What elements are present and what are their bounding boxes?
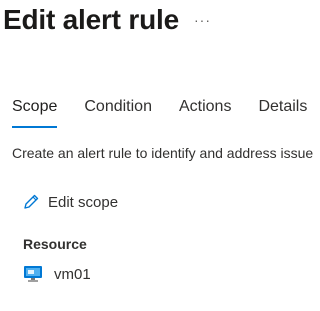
virtual-machine-icon	[23, 265, 43, 283]
tab-bar: Scope Condition Actions Details	[12, 98, 320, 128]
scope-description: Create an alert rule to identify and add…	[12, 145, 314, 161]
edit-scope-label: Edit scope	[48, 193, 119, 211]
pencil-icon	[22, 193, 40, 211]
edit-scope-button[interactable]: Edit scope	[22, 193, 118, 211]
more-options-icon[interactable]: ···	[194, 12, 211, 28]
resource-column-header: Resource	[23, 236, 87, 252]
resource-name: vm01	[54, 265, 91, 283]
tab-condition[interactable]: Condition	[84, 98, 152, 128]
tab-actions[interactable]: Actions	[179, 98, 231, 128]
page-title: Edit alert rule	[3, 4, 179, 35]
resource-row[interactable]: vm01	[23, 265, 91, 283]
tab-scope[interactable]: Scope	[12, 98, 58, 128]
tab-details[interactable]: Details	[258, 98, 307, 128]
